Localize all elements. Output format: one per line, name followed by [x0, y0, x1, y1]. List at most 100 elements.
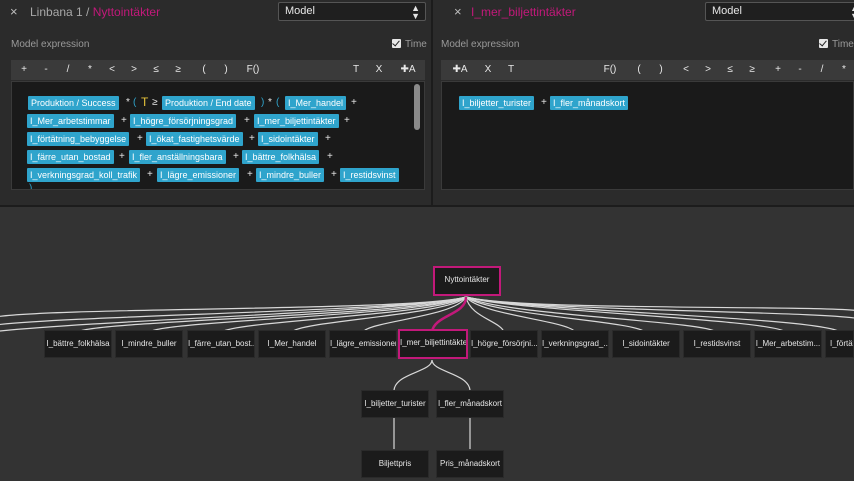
add-attribute-button[interactable]: ✚A — [395, 60, 421, 80]
expression-chip[interactable]: I_verkningsgrad_koll_trafik — [27, 168, 141, 182]
app-root: × Linbana 1 / Nyttointäkter Model ▲ ▼ Mod… — [0, 0, 854, 481]
graph-node-selected[interactable]: I_mer_biljettintäkter — [398, 329, 468, 359]
title-path: Linbana 1 / — [30, 5, 93, 19]
expression-chip[interactable]: I_färre_utan_bostad — [27, 150, 114, 164]
clear-button[interactable]: X — [371, 60, 387, 80]
less-equal-button[interactable]: ≤ — [722, 60, 738, 80]
greater-equal-button[interactable]: ≥ — [744, 60, 760, 80]
close-paren-button[interactable]: ) — [218, 60, 234, 80]
expression-operator: ) — [29, 183, 33, 190]
expression-chip[interactable]: I_ökat_fastighetsvärde — [146, 132, 243, 146]
divide-button[interactable]: / — [814, 60, 830, 80]
function-button[interactable]: F() — [599, 60, 621, 80]
greater-than-button[interactable]: > — [700, 60, 716, 80]
expression-chip[interactable]: I_förtätning_bebyggelse — [27, 132, 130, 146]
divide-button[interactable]: / — [60, 60, 76, 80]
select-arrows-icon: ▲▼ — [850, 4, 854, 21]
multiply-button[interactable]: * — [836, 60, 852, 80]
graph-node[interactable]: I_färre_utan_bost... — [187, 330, 255, 358]
expression-chip[interactable]: I_bättre_folkhälsa — [242, 150, 320, 164]
expression-operator: + — [325, 133, 331, 144]
expression-chip[interactable]: Produktion / End date — [162, 96, 255, 110]
greater-equal-button[interactable]: ≥ — [170, 60, 186, 80]
title-current: I_mer_biljettintäkter — [471, 5, 576, 19]
graph-node[interactable]: I_restidsvinst — [683, 330, 751, 358]
close-paren-button[interactable]: ) — [653, 60, 669, 80]
expression-operator: ≥ — [152, 97, 158, 108]
select-arrows-icon: ▲▼ — [411, 3, 420, 21]
expression-chip[interactable]: I_mer_biljettintäkter — [254, 114, 339, 128]
checkbox-icon[interactable] — [392, 39, 401, 48]
expression-chip[interactable]: I_biljetter_turister — [459, 96, 535, 110]
less-equal-button[interactable]: ≤ — [148, 60, 164, 80]
graph-node[interactable]: I_lägre_emissioner — [329, 330, 397, 358]
time-variable: T — [141, 95, 149, 109]
clear-button[interactable]: X — [479, 60, 497, 80]
operator-toolbar: + - / * < > ≤ ≥ ( ) F() T X ✚A — [11, 60, 425, 80]
expression-chip[interactable]: I_lägre_emissioner — [157, 168, 240, 182]
expression-editor[interactable]: Produktion / Success * ( T ≥ Produktion … — [11, 81, 425, 190]
graph-node[interactable]: I_Mer_arbetstim... — [754, 330, 822, 358]
expression-chip[interactable]: I_fler_anställningsbara — [129, 150, 226, 164]
left-expression-panel: × Linbana 1 / Nyttointäkter Model ▲ ▼ Mod… — [0, 0, 431, 205]
graph-root-node[interactable]: Nyttointäkter — [433, 266, 501, 296]
graph-node[interactable]: I_Mer_handel — [258, 330, 326, 358]
expression-operator: + — [331, 169, 337, 180]
multiply-button[interactable]: * — [82, 60, 98, 80]
expression-operator: + — [244, 115, 250, 126]
graph-node[interactable]: I_högre_försörjni... — [470, 330, 538, 358]
expression-editor[interactable]: I_biljetter_turister + I_fler_månadskort — [441, 81, 854, 190]
dependency-graph[interactable]: Nyttointäkter I_bättre_folkhälsa I_mindr… — [0, 207, 854, 481]
graph-node[interactable]: Biljettpris — [361, 450, 429, 478]
close-icon[interactable]: × — [10, 4, 18, 19]
time-variable-button[interactable]: T — [348, 60, 364, 80]
time-toggle[interactable]: Time — [819, 39, 854, 50]
expression-chip[interactable]: I_fler_månadskort — [550, 96, 629, 110]
expression-operator: ( — [276, 97, 280, 108]
minus-button[interactable]: - — [792, 60, 808, 80]
function-button[interactable]: F() — [242, 60, 264, 80]
less-than-button[interactable]: < — [104, 60, 120, 80]
expression-operator: + — [121, 115, 127, 126]
expression-chip[interactable]: I_sidointäkter — [258, 132, 318, 146]
panel-title: I_mer_biljettintäkter — [471, 5, 576, 19]
graph-node[interactable]: Pris_månadskort — [436, 450, 504, 478]
expression-operator: + — [344, 115, 350, 126]
expression-operator: + — [327, 151, 333, 162]
expression-chip[interactable]: I_restidsvinst — [340, 168, 399, 182]
plus-button[interactable]: + — [770, 60, 786, 80]
open-paren-button[interactable]: ( — [631, 60, 647, 80]
editor-scrollbar[interactable] — [414, 84, 420, 130]
left-panel-header: × Linbana 1 / Nyttointäkter Model ▲ ▼ — [0, 0, 431, 25]
graph-node[interactable]: I_biljetter_turister — [361, 390, 429, 418]
expression-operator: + — [351, 97, 357, 108]
expression-chip[interactable]: Produktion / Success — [28, 96, 119, 110]
view-select[interactable]: Model ▲▼ — [278, 2, 426, 21]
time-variable-button[interactable]: T — [502, 60, 520, 80]
graph-node[interactable]: I_fler_månadskort — [436, 390, 504, 418]
less-than-button[interactable]: < — [678, 60, 694, 80]
expression-operator: + — [247, 169, 253, 180]
close-icon[interactable]: × — [454, 4, 462, 19]
minus-button[interactable]: - — [38, 60, 54, 80]
time-toggle[interactable]: Time — [392, 39, 427, 50]
model-expression-label: Model expression — [11, 39, 90, 50]
expression-chip[interactable]: I_Mer_handel — [285, 96, 347, 110]
expression-operator: + — [137, 133, 143, 144]
graph-node[interactable]: I_sidointäkter — [612, 330, 680, 358]
graph-node[interactable]: I_mindre_buller — [115, 330, 183, 358]
expression-chip[interactable]: I_Mer_arbetstimmar — [27, 114, 114, 128]
expression-chip[interactable]: I_mindre_buller — [256, 168, 325, 182]
graph-node[interactable]: I_verkningsgrad_... — [541, 330, 609, 358]
graph-node[interactable]: I_förtätni — [825, 330, 854, 358]
add-attribute-button[interactable]: ✚A — [447, 60, 473, 80]
greater-than-button[interactable]: > — [126, 60, 142, 80]
open-paren-button[interactable]: ( — [196, 60, 212, 80]
view-select[interactable]: Model ▲▼ — [705, 2, 854, 21]
checkbox-icon[interactable] — [819, 39, 828, 48]
expression-chip[interactable]: I_högre_försörjningsgrad — [130, 114, 237, 128]
expression-operator: + — [147, 169, 153, 180]
plus-button[interactable]: + — [16, 60, 32, 80]
graph-node[interactable]: I_bättre_folkhälsa — [44, 330, 112, 358]
time-label: Time — [832, 39, 854, 50]
